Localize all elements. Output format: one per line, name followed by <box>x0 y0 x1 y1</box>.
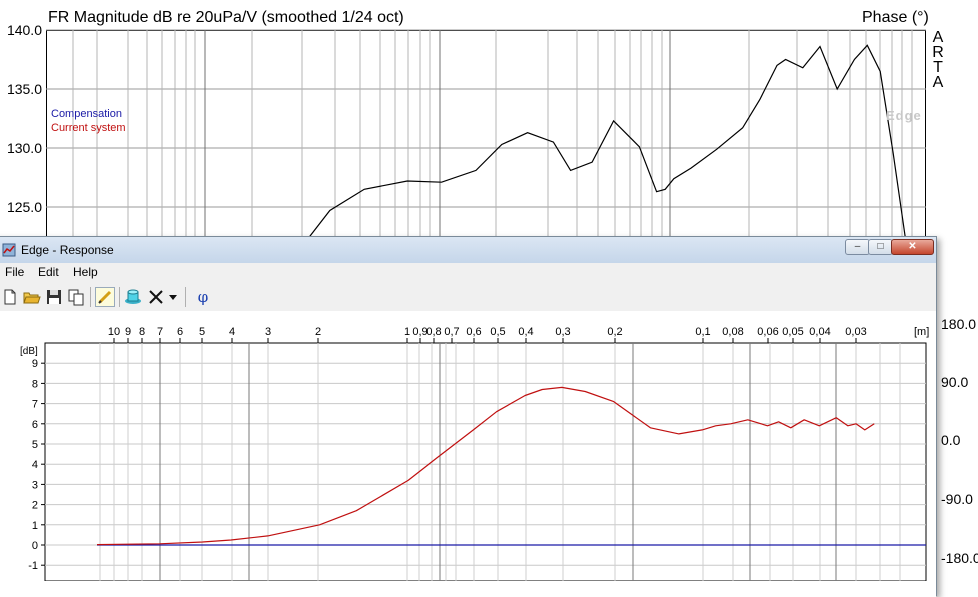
edge-wavelength-tick-label: 0,9 <box>412 326 427 338</box>
legend-current-system: Current system <box>51 122 126 134</box>
edge-watermark: Edge <box>886 108 922 123</box>
edge-wavelength-tick-label: 0,04 <box>809 326 830 338</box>
edge-wavelength-tick-label: 0,8 <box>426 326 441 338</box>
edge-y-tick-label: 4 <box>32 459 38 471</box>
edge-wavelength-tick-label: 0,5 <box>490 326 505 338</box>
edge-wavelength-tick-label: 3 <box>265 326 271 338</box>
edge-wavelength-tick-label: 2 <box>315 326 321 338</box>
edge-wavelength-tick-label: 0,6 <box>466 326 481 338</box>
edge-wavelength-tick-label: 0,03 <box>845 326 866 338</box>
edge-y-tick-label: 5 <box>32 439 38 451</box>
edge-y-tick-label: 3 <box>32 479 38 491</box>
edge-y-tick-label: 9 <box>32 358 38 370</box>
edge-wavelength-tick-label: 6 <box>177 326 183 338</box>
edge-wavelength-tick-label: 4 <box>229 326 235 338</box>
edge-wavelength-tick-label: 5 <box>199 326 205 338</box>
edge-wavelength-tick-label: 0,7 <box>444 326 459 338</box>
edge-wavelength-tick-label: 1 <box>404 326 410 338</box>
edge-y-tick-label: 0 <box>32 540 38 552</box>
edge-wavelength-unit: [m] <box>914 326 929 338</box>
edge-chart: 10 9 8 7 6 5 4 3 2 1 0,90,8 0,7 0,6 0,5 0,4 0,3 0,2 0,1 0,… <box>20 326 929 581</box>
edge-wavelength-tick-label: 8 <box>139 326 145 338</box>
edge-y-tick-label: 2 <box>32 500 38 512</box>
edge-wavelength-tick-label: 7 <box>157 326 163 338</box>
edge-wavelength-tick-label: 0,1 <box>695 326 710 338</box>
edge-wavelength-tick-label: 10 <box>108 326 120 338</box>
edge-wavelength-tick-label: 0,4 <box>518 326 533 338</box>
edge-y-unit: [dB] <box>20 346 38 357</box>
edge-wavelength-tick-label: 0,06 <box>757 326 778 338</box>
edge-y-tick-label: 6 <box>32 419 38 431</box>
edge-wavelength-tick-label: 9 <box>125 326 131 338</box>
edge-y-tick-label: 1 <box>32 520 38 532</box>
edge-wavelength-tick-label: 0,2 <box>607 326 622 338</box>
edge-wavelength-tick-label: 0,05 <box>782 326 803 338</box>
edge-y-tick-label: 7 <box>32 399 38 411</box>
edge-wavelength-tick-label: 0,3 <box>555 326 570 338</box>
edge-wavelength-tick-label: 0,08 <box>722 326 743 338</box>
edge-y-tick-label: -1 <box>28 560 38 572</box>
legend-compensation: Compensation <box>51 108 122 120</box>
edge-y-tick-label: 8 <box>32 378 38 390</box>
